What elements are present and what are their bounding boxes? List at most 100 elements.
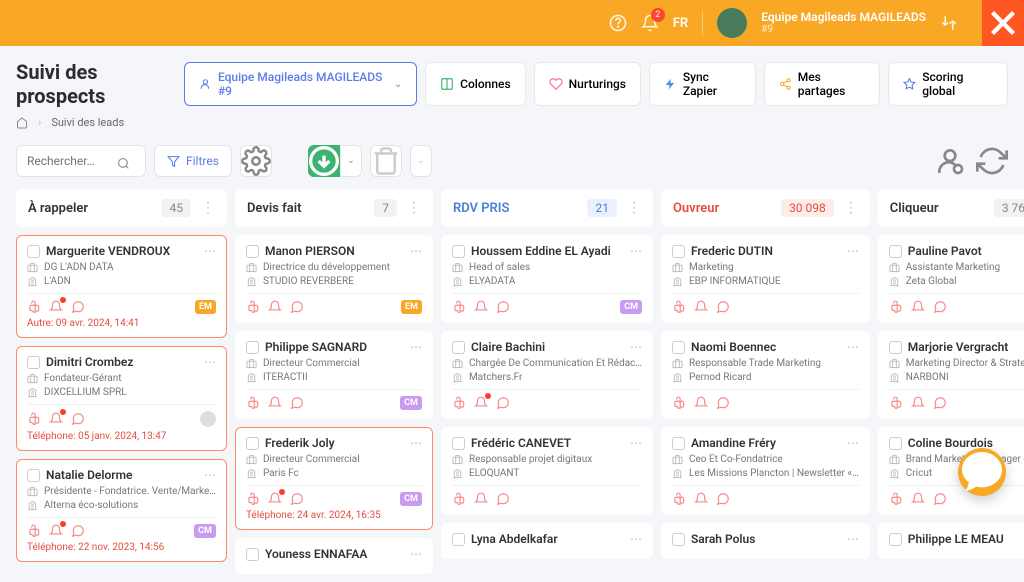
thumbs-down-icon[interactable] [889,300,903,314]
bell-icon[interactable] [694,300,708,314]
prospect-card[interactable]: Natalie Delorme⋯Présidente - Fondatrice.… [16,459,227,562]
bell-icon[interactable] [49,524,63,538]
checkbox[interactable] [672,245,685,258]
prospect-card[interactable]: Frederic DUTIN⋯MarketingEBP INFORMATIQUE [661,235,870,323]
search-icon[interactable] [117,155,130,168]
thumbs-down-icon[interactable] [27,300,41,314]
checkbox[interactable] [672,341,685,354]
thumbs-down-icon[interactable] [672,492,686,506]
bell-icon[interactable] [911,300,925,314]
settings-button[interactable] [240,145,272,177]
breadcrumb-item[interactable]: Suivi des leads [51,116,124,129]
checkbox[interactable] [27,469,40,482]
download-dropdown[interactable]: ⌄ [340,145,362,177]
bell-icon[interactable] [474,396,488,410]
chat-icon[interactable] [496,300,510,314]
chat-icon[interactable] [933,396,947,410]
prospect-card[interactable]: Pauline Pavot⋯Assistante MarketingZeta G… [878,235,1024,323]
chat-icon[interactable] [716,492,730,506]
checkbox[interactable] [452,245,465,258]
language-selector[interactable]: FR [673,16,688,31]
help-icon[interactable] [609,14,627,32]
download-button[interactable] [308,145,340,177]
prospect-card[interactable]: Philippe SAGNARD⋯Directeur CommercialITE… [235,331,433,419]
chat-icon[interactable] [716,300,730,314]
checkbox[interactable] [889,245,902,258]
thumbs-down-icon[interactable] [27,524,41,538]
checkbox[interactable] [246,548,259,561]
more-icon[interactable]: ⋯ [204,468,216,482]
chat-icon[interactable] [290,396,304,410]
chat-icon[interactable] [933,300,947,314]
scoring-pill[interactable]: Scoring global [888,62,1008,106]
column-menu-icon[interactable]: ⋮ [401,200,421,216]
more-icon[interactable]: ⋯ [847,436,859,450]
column-menu-icon[interactable]: ⋮ [838,200,858,216]
more-icon[interactable]: ⋯ [410,547,422,561]
refresh-button[interactable] [976,145,1008,177]
checkbox[interactable] [452,533,465,546]
prospect-card[interactable]: Frederik Joly⋯Directeur CommercialParis … [235,427,433,530]
team-pill[interactable]: Equipe Magileads MAGILEADS #9⌄ [184,62,417,106]
bell-icon[interactable]: 2 [641,14,659,32]
chat-fab[interactable] [958,448,1006,496]
trash-button[interactable] [370,145,402,177]
prospect-card[interactable]: Youness ENNAFAA⋯ [235,538,433,574]
more-icon[interactable]: ⋯ [847,532,859,546]
thumbs-down-icon[interactable] [889,492,903,506]
more-icon[interactable]: ⋯ [630,532,642,546]
more-icon[interactable]: ⋯ [204,244,216,258]
more-icon[interactable]: ⋯ [847,340,859,354]
thumbs-down-icon[interactable] [452,492,466,506]
prospect-card[interactable]: Claire Bachini⋯Chargée De Communication … [441,331,653,419]
home-icon[interactable] [16,117,28,129]
prospect-card[interactable]: Naomi Boennec⋯Responsable Trade Marketin… [661,331,870,419]
chat-icon[interactable] [71,524,85,538]
bell-icon[interactable] [694,396,708,410]
thumbs-down-icon[interactable] [452,396,466,410]
prospect-card[interactable]: Sarah Polus⋯ [661,523,870,559]
bell-icon[interactable] [268,300,282,314]
checkbox[interactable] [889,533,902,546]
prospect-card[interactable]: Marguerite VENDROUX⋯DG L'ADN DATAL'ADN E… [16,235,227,338]
bell-icon[interactable] [911,492,925,506]
swap-icon[interactable] [940,14,958,32]
column-menu-icon[interactable]: ⋮ [195,200,215,216]
checkbox[interactable] [452,341,465,354]
trash-dropdown[interactable]: ⌄ [410,145,432,177]
shares-pill[interactable]: Mes partages [764,62,881,106]
prospect-card[interactable]: Amandine Fréry⋯Ceo Et Co-FondatriceLes M… [661,427,870,515]
chat-icon[interactable] [71,300,85,314]
bell-icon[interactable] [474,300,488,314]
thumbs-down-icon[interactable] [246,492,260,506]
checkbox[interactable] [672,533,685,546]
more-icon[interactable]: ⋯ [410,244,422,258]
more-icon[interactable]: ⋯ [630,244,642,258]
checkbox[interactable] [452,437,465,450]
more-icon[interactable]: ⋯ [410,436,422,450]
bell-icon[interactable] [49,300,63,314]
user-settings-button[interactable] [934,145,966,177]
search-input[interactable] [27,154,117,168]
thumbs-down-icon[interactable] [889,396,903,410]
checkbox[interactable] [27,356,40,369]
thumbs-down-icon[interactable] [246,300,260,314]
bell-icon[interactable] [911,396,925,410]
team-label[interactable]: Equipe Magileads MAGILEADS #9 [761,11,926,35]
nurturings-pill[interactable]: Nurturings [534,62,641,106]
chat-icon[interactable] [933,492,947,506]
thumbs-down-icon[interactable] [672,300,686,314]
checkbox[interactable] [246,437,259,450]
thumbs-down-icon[interactable] [246,396,260,410]
thumbs-down-icon[interactable] [27,412,41,426]
more-icon[interactable]: ⋯ [630,436,642,450]
prospect-card[interactable]: Manon PIERSON⋯Directrice du développemen… [235,235,433,323]
prospect-card[interactable]: Philippe LE MEAU⋯ [878,523,1024,559]
checkbox[interactable] [889,437,902,450]
sync-pill[interactable]: Sync Zapier [649,62,756,106]
search-box[interactable] [16,145,146,177]
checkbox[interactable] [246,341,259,354]
checkbox[interactable] [672,437,685,450]
checkbox[interactable] [27,245,40,258]
chat-icon[interactable] [290,300,304,314]
